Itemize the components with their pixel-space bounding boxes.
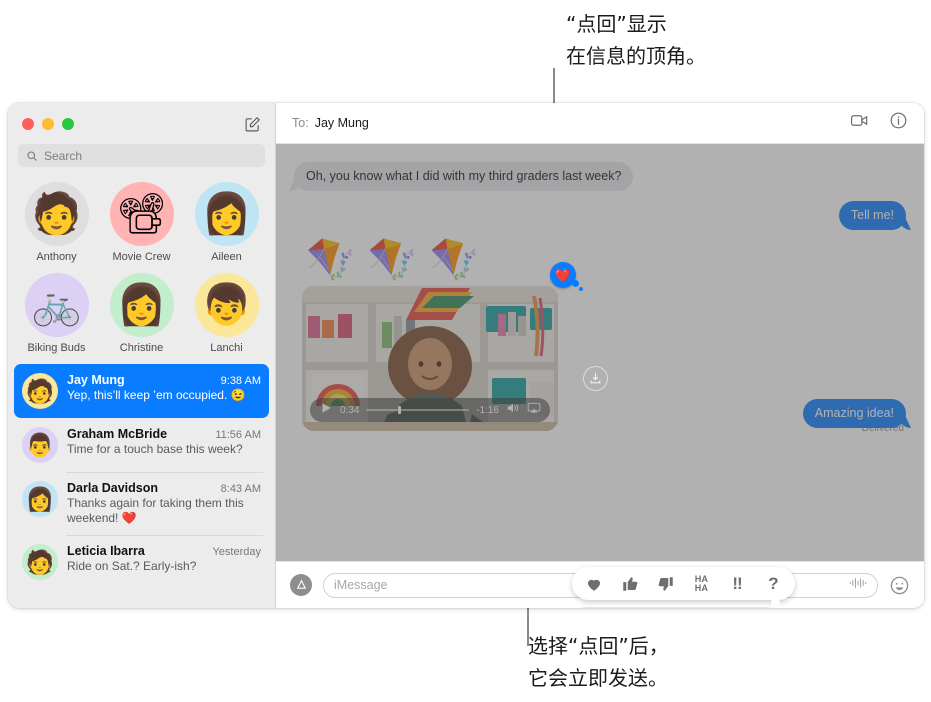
focused-message-bubble[interactable]: Yep, this’ll keep ’em occupied. 😉 <box>572 607 781 608</box>
tapback-menu-tail-small <box>783 607 788 608</box>
conversation-preview: Ride on Sat.? Early-ish? <box>67 559 197 573</box>
conversation-pane: To: Jay Mung Oh, you know what I did wit… <box>276 103 924 608</box>
conversation-top-row: Jay Mung 9:38 AM <box>67 373 261 387</box>
conversation-time: 8:43 AM <box>220 483 261 495</box>
pinned-contacts: 🧑 Anthony 📽 Movie Crew 👩 Aileen 🚲 Biking Buds 👩 C… <box>8 176 275 364</box>
page-root: “点回”显示 在信息的顶角。 选择“点回”后， 它会立即发送。 Search 🧑… <box>0 0 931 702</box>
pinned-contact-anthony[interactable]: 🧑 Anthony <box>14 182 99 263</box>
tapback-menu[interactable]: HA HA ‼ ? <box>572 567 795 608</box>
emoji-smiley-icon[interactable] <box>889 575 910 596</box>
conversation-time: 11:56 AM <box>215 429 261 441</box>
to-label: To: <box>292 116 309 130</box>
tapback-badge-tail-small <box>579 287 583 291</box>
message-thread: Oh, you know what I did with my third gr… <box>276 144 924 561</box>
avatar: 📽 <box>109 182 174 246</box>
sidebar: Search 🧑 Anthony 📽 Movie Crew 👩 Aileen 🚲 Biking… <box>8 103 276 608</box>
tapback-exclamation-label: ‼ <box>732 574 743 593</box>
avatar: 👩 <box>22 481 58 517</box>
pinned-contact-label: Biking Buds <box>27 342 86 354</box>
avatar: 🧑 <box>22 373 58 409</box>
appstore-icon[interactable] <box>290 574 312 596</box>
pinned-contact-biking-buds[interactable]: 🚲 Biking Buds <box>14 273 99 354</box>
header-actions <box>850 111 908 135</box>
maximize-button[interactable] <box>62 117 74 130</box>
avatar: 👩 <box>194 182 259 246</box>
conversation-summary: Darla Davidson 8:43 AM Thanks again for ta… <box>67 481 261 526</box>
conversation-preview: Time for a touch base this week? <box>67 442 243 456</box>
tapback-heart-icon[interactable] <box>584 575 603 593</box>
recipient-name[interactable]: Jay Mung <box>315 116 369 130</box>
conversation-header: To: Jay Mung <box>276 103 924 144</box>
list-item[interactable]: 🧑 Jay Mung 9:38 AM Yep, this’ll keep ’em oc… <box>14 364 269 418</box>
avatar: 👦 <box>194 273 259 337</box>
search-placeholder: Search <box>44 148 83 163</box>
conversation-top-row: Graham McBride 11:56 AM <box>67 427 261 441</box>
conversation-preview: Thanks again for taking them this weeken… <box>67 496 244 525</box>
info-icon[interactable] <box>889 111 908 135</box>
avatar: 👩 <box>109 273 174 337</box>
conversation-preview: Yep, this’ll keep ’em occupied. 😉 <box>67 388 246 402</box>
conversation-list: 🧑 Jay Mung 9:38 AM Yep, this’ll keep ’em oc… <box>8 364 275 608</box>
tapback-thumbs-up-icon[interactable] <box>620 575 639 593</box>
conversation-top-row: Leticia Ibarra Yesterday <box>67 544 261 558</box>
tapback-haha-icon[interactable]: HA HA <box>692 573 711 593</box>
window-titlebar <box>8 103 275 144</box>
avatar: 🚲 <box>24 273 89 337</box>
tapback-question-icon[interactable]: ? <box>764 575 783 592</box>
facetime-video-icon[interactable] <box>850 111 869 135</box>
close-button[interactable] <box>22 117 34 130</box>
thread-dim-overlay <box>276 144 924 561</box>
conversation-time: 9:38 AM <box>220 375 261 387</box>
avatar: 👨 <box>22 427 58 463</box>
compose-icon[interactable] <box>244 116 261 133</box>
conversation-name: Jay Mung <box>67 373 125 387</box>
conversation-time: Yesterday <box>212 546 261 558</box>
annotation-bottom-text: 选择“点回”后， 它会立即发送。 <box>528 634 669 690</box>
audio-waveform-icon[interactable] <box>849 576 867 595</box>
tapback-thumbs-down-icon[interactable] <box>656 575 675 593</box>
avatar: 🧑 <box>22 544 58 580</box>
download-icon[interactable] <box>583 366 608 391</box>
pinned-contact-movie-crew[interactable]: 📽 Movie Crew <box>99 182 184 263</box>
conversation-name: Graham McBride <box>67 427 168 441</box>
conversation-summary: Leticia Ibarra Yesterday Ride on Sat.? Ear… <box>67 544 261 580</box>
conversation-summary: Jay Mung 9:38 AM Yep, this’ll keep ’em occ… <box>67 373 261 409</box>
pinned-contact-aileen[interactable]: 👩 Aileen <box>184 182 269 263</box>
pinned-contact-label: Movie Crew <box>112 251 171 263</box>
conversation-summary: Graham McBride 11:56 AM Time for a touch b… <box>67 427 261 463</box>
tapback-badge-tail-large <box>572 280 579 287</box>
tapback-menu-tail-large <box>771 598 780 607</box>
pinned-contact-christine[interactable]: 👩 Christine <box>99 273 184 354</box>
heart-tapback-badge[interactable]: ❤️ <box>550 262 583 291</box>
pinned-contact-lanchi[interactable]: 👦 Lanchi <box>184 273 269 354</box>
conversation-top-row: Darla Davidson 8:43 AM <box>67 481 261 495</box>
list-item[interactable]: 🧑 Leticia Ibarra Yesterday Ride on Sat.? Ea… <box>14 535 269 589</box>
conversation-name: Darla Davidson <box>67 481 159 495</box>
search-container: Search <box>8 144 275 176</box>
pinned-contact-label: Anthony <box>36 251 77 263</box>
tapback-exclamation-icon[interactable]: ‼ <box>728 575 747 592</box>
pinned-contact-label: Aileen <box>211 251 242 263</box>
tapback-haha-label: HA HA <box>694 573 709 593</box>
minimize-button[interactable] <box>42 117 54 130</box>
pinned-contact-label: Lanchi <box>210 342 243 354</box>
tapback-question-label: ? <box>768 574 779 593</box>
pinned-contact-label: Christine <box>119 342 164 354</box>
search-input[interactable]: Search <box>18 144 265 167</box>
list-item[interactable]: 👩 Darla Davidson 8:43 AM Thanks again for t… <box>14 472 269 535</box>
annotation-top-text: “点回”显示 在信息的顶角。 <box>566 12 706 68</box>
conversation-name: Leticia Ibarra <box>67 544 145 558</box>
search-icon <box>27 150 37 161</box>
traffic-lights[interactable] <box>22 117 74 130</box>
list-item[interactable]: 👨 Graham McBride 11:56 AM Time for a touch … <box>14 418 269 472</box>
messages-window: Search 🧑 Anthony 📽 Movie Crew 👩 Aileen 🚲 Biking… <box>8 103 924 608</box>
avatar: 🧑 <box>24 182 89 246</box>
